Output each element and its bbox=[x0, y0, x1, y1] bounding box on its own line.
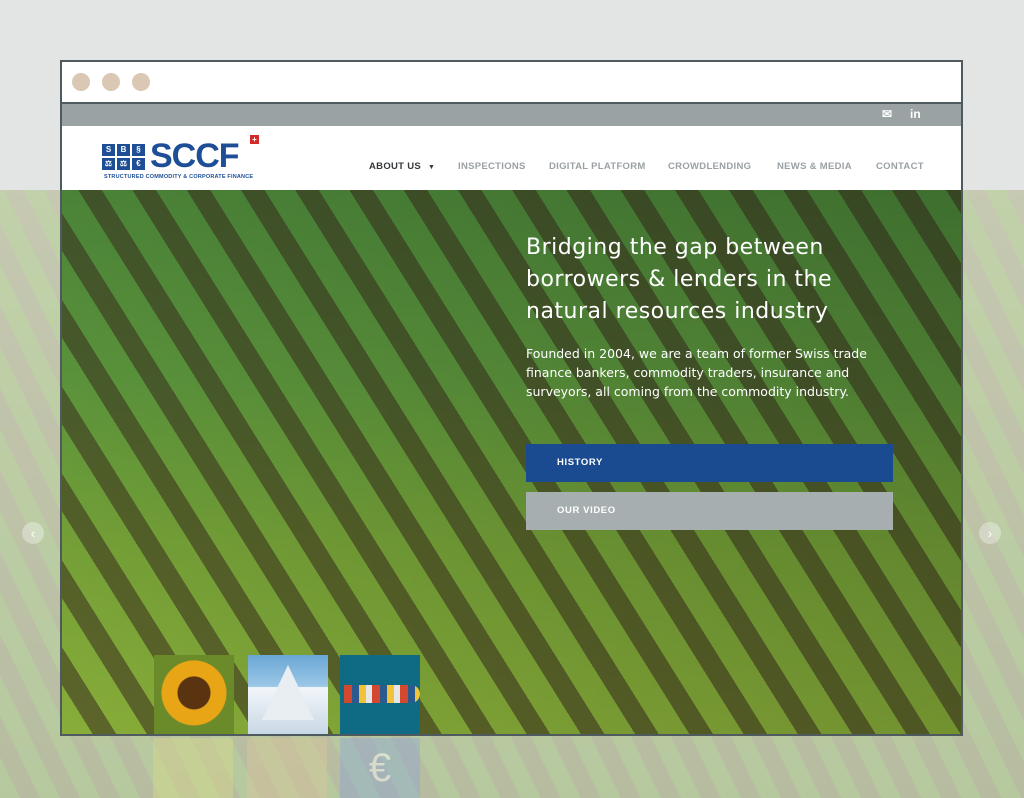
carousel-prev-arrow-icon[interactable]: ‹ bbox=[22, 522, 44, 544]
logo-cell: S bbox=[102, 144, 115, 156]
hero-headline: Bridging the gap between borrowers & len… bbox=[526, 235, 833, 324]
logo-cell: € bbox=[132, 158, 145, 170]
nav-item-news-media[interactable]: NEWS & MEDIA bbox=[777, 161, 852, 172]
logo-cell: § bbox=[132, 144, 145, 156]
our-video-button[interactable]: OUR VIDEO bbox=[526, 492, 893, 530]
site-topbar: ✉ in bbox=[62, 104, 961, 126]
thumbnail-container-ship[interactable] bbox=[340, 655, 420, 734]
logo-cell: B bbox=[117, 144, 130, 156]
linkedin-icon[interactable]: in bbox=[910, 107, 921, 121]
nav-item-about-us[interactable]: ABOUT US ▼ bbox=[369, 161, 435, 172]
ship-shape bbox=[344, 685, 420, 703]
nav-item-contact[interactable]: CONTACT bbox=[876, 161, 924, 172]
browser-titlebar bbox=[62, 62, 961, 104]
carousel-next-arrow-icon[interactable]: › bbox=[979, 522, 1001, 544]
mail-icon[interactable]: ✉ bbox=[882, 107, 892, 121]
logo-cell: ⚖ bbox=[102, 158, 115, 170]
thumbnail-reflection bbox=[247, 738, 327, 798]
thumbnail-reflection bbox=[153, 738, 233, 798]
euro-icon: € bbox=[340, 738, 420, 798]
window-dot-maximize[interactable] bbox=[132, 73, 150, 91]
nav-item-label: ABOUT US bbox=[369, 161, 422, 172]
nav-item-crowdlending[interactable]: CROWDLENDING bbox=[668, 161, 751, 172]
nav-item-digital-platform[interactable]: DIGITAL PLATFORM bbox=[549, 161, 646, 172]
thumbnail-sunflower[interactable] bbox=[154, 655, 234, 734]
window-dot-minimize[interactable] bbox=[102, 73, 120, 91]
mountain-peak-shape bbox=[262, 665, 314, 720]
browser-window: ✉ in S B § ⚖ ⚖ € SCCF + STRUCTURED COMMO… bbox=[60, 60, 963, 736]
logo-tagline: STRUCTURED COMMODITY & CORPORATE FINANCE bbox=[104, 174, 254, 180]
nav-item-inspections[interactable]: INSPECTIONS bbox=[458, 161, 526, 172]
logo-wordmark[interactable]: SCCF bbox=[150, 138, 240, 174]
window-dot-close[interactable] bbox=[72, 73, 90, 91]
swiss-flag-icon: + bbox=[250, 135, 259, 144]
logo-mark[interactable]: S B § ⚖ ⚖ € bbox=[102, 144, 146, 172]
thumbnail-mountain[interactable] bbox=[248, 655, 328, 734]
logo-cell: ⚖ bbox=[117, 158, 130, 170]
history-button[interactable]: HISTORY bbox=[526, 444, 893, 482]
caret-down-icon: ▼ bbox=[427, 164, 436, 171]
hero-paragraph: Founded in 2004, we are a team of former… bbox=[526, 346, 867, 399]
